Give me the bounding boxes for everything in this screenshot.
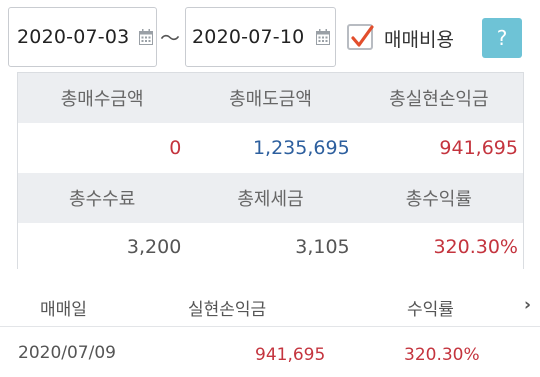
chevron-right-icon[interactable]: ›: [524, 295, 531, 315]
return-rate: 320.30%: [404, 345, 480, 365]
column-return-rate: 수익률: [407, 300, 454, 320]
calendar-icon[interactable]: [139, 29, 153, 49]
summary-table: 총매수금액 총매도금액 총실현손익금 0 1,235,695 941,695 총…: [17, 72, 524, 270]
calendar-icon[interactable]: [316, 29, 330, 49]
column-trade-date: 매매일: [40, 300, 87, 320]
column-realized-profit: 실현손익금: [188, 300, 267, 320]
help-icon: ?: [496, 26, 508, 50]
total-commission-value: 3,200: [126, 235, 182, 258]
trade-date: 2020/07/09: [18, 343, 116, 363]
total-buy-amount-header: 총매수금액: [60, 89, 144, 110]
realized-profit: 941,695: [255, 345, 326, 365]
total-realized-profit-value: 941,695: [439, 137, 518, 159]
start-date-value: 2020-07-03: [17, 26, 130, 48]
help-button[interactable]: ?: [482, 18, 522, 58]
checkmark-icon: [351, 25, 374, 47]
total-sell-amount-value: 1,235,695: [252, 137, 350, 159]
summary-value-row: 0 1,235,695 941,695: [18, 123, 523, 173]
total-commission-header: 총수수료: [69, 189, 136, 210]
total-tax-value: 3,105: [295, 235, 350, 258]
total-buy-amount-value: 0: [169, 137, 182, 159]
end-date-field[interactable]: 2020-07-10: [185, 7, 336, 67]
summary-header-row: 총수수료 총제세금 총수익률: [18, 173, 523, 223]
list-item[interactable]: 2020/07/09 941,695 320.30%: [0, 328, 540, 377]
total-return-rate-header: 총수익률: [405, 189, 472, 210]
start-date-field[interactable]: 2020-07-03: [8, 7, 157, 67]
total-sell-amount-header: 총매도금액: [229, 89, 312, 110]
summary-value-row: 3,200 3,105 320.30%: [18, 223, 523, 270]
include-fee-checkbox[interactable]: [347, 24, 374, 50]
end-date-value: 2020-07-10: [192, 26, 305, 48]
include-fee-label[interactable]: 매매비용: [384, 25, 454, 52]
summary-header-row: 총매수금액 총매도금액 총실현손익금: [18, 73, 523, 123]
date-range-separator: ～: [160, 26, 180, 50]
total-tax-header: 총제세금: [237, 189, 304, 210]
trade-list-header: 매매일 실현손익금 수익률 ›: [0, 287, 540, 327]
total-realized-profit-header: 총실현손익금: [389, 89, 489, 110]
total-return-rate-value: 320.30%: [433, 235, 518, 258]
